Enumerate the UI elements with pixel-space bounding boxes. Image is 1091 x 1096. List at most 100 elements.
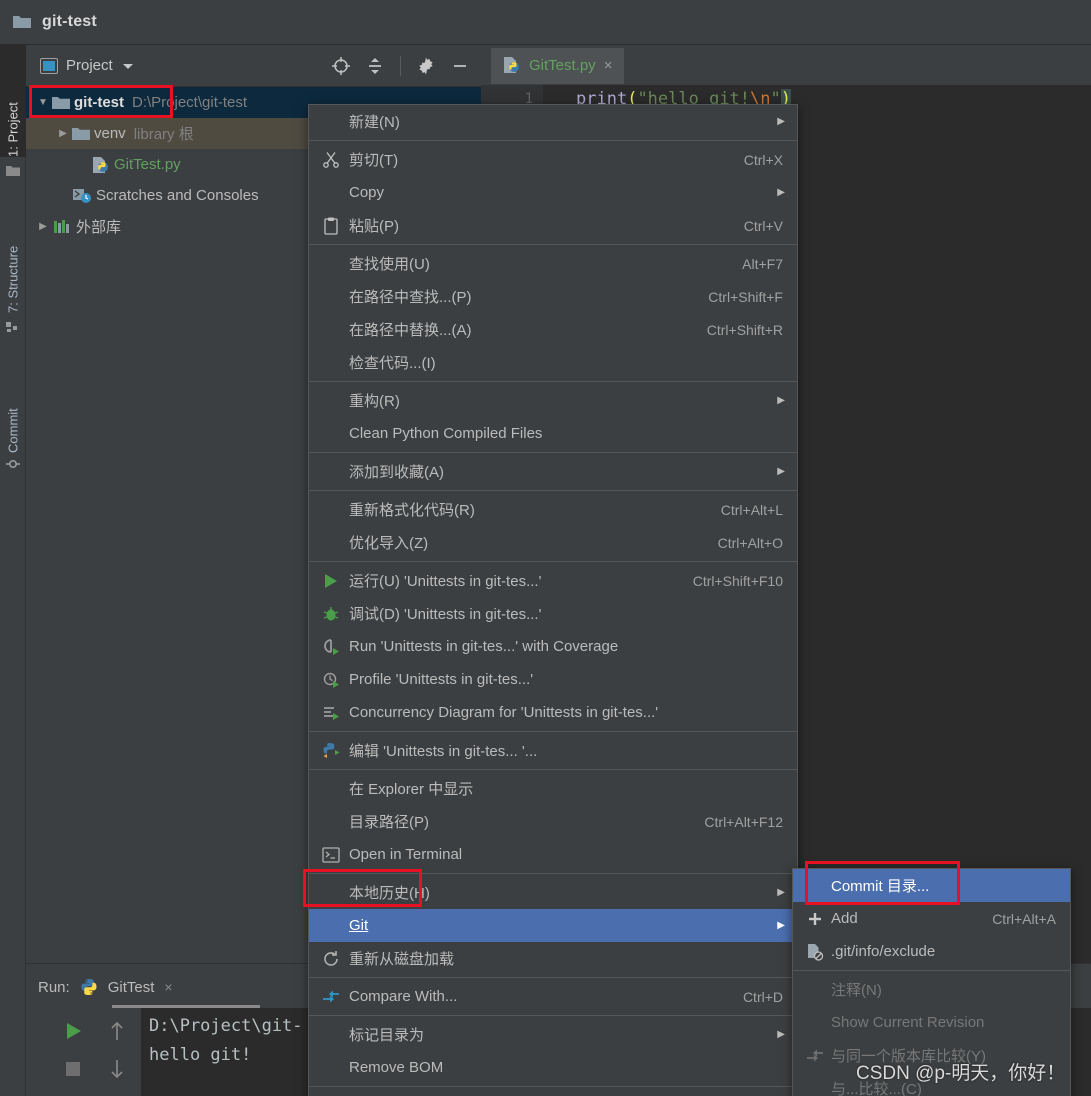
menu-item-open-in-terminal[interactable]: Open in Terminal (309, 838, 797, 871)
folder-icon (72, 127, 90, 141)
up-arrow-icon[interactable] (104, 1018, 130, 1044)
menu-item-compare-with[interactable]: Compare With... Ctrl+D (309, 980, 797, 1013)
menu-item-replace-in-path[interactable]: 在路径中替换...(A) Ctrl+Shift+R (309, 313, 797, 346)
submenu-separator (793, 970, 1070, 971)
menu-item-run-with-coverage[interactable]: Run 'Unittests in git-tes...' with Cover… (309, 630, 797, 663)
menu-item-edit-configuration[interactable]: 编辑 'Unittests in git-tes... '... (309, 734, 797, 767)
menu-item-label: 调试(D) 'Unittests in git-tes...' (349, 606, 542, 623)
menu-separator (309, 140, 797, 141)
file-exclude-icon (805, 942, 825, 962)
chevron-down-icon[interactable]: ▼ (34, 97, 52, 108)
submenu-item-label: Add (831, 910, 858, 927)
menu-item-reformat-code[interactable]: 重新格式化代码(R) Ctrl+Alt+L (309, 493, 797, 526)
menu-separator (309, 561, 797, 562)
menu-item-profile-unittests[interactable]: Profile 'Unittests in git-tes...' (309, 663, 797, 696)
tree-detail-git-test: D:\Project\git-test (132, 94, 248, 111)
menu-item-refactor[interactable]: 重构(R) ▶ (309, 384, 797, 417)
submenu-item-label: .git/info/exclude (831, 943, 936, 960)
sidebar-tab-project[interactable]: 1: Project (0, 45, 26, 157)
menu-item-concurrency-diagram[interactable]: Concurrency Diagram for 'Unittests in gi… (309, 696, 797, 729)
menu-item-label: 粘贴(P) (349, 218, 399, 235)
submenu-item-label: Commit 目录... (831, 878, 930, 895)
menu-item-label: 在 Explorer 中显示 (349, 781, 474, 798)
python-file-icon (503, 57, 521, 73)
menu-item-label: Copy (349, 184, 385, 201)
commit-icon (6, 457, 20, 471)
down-arrow-icon[interactable] (104, 1056, 130, 1082)
submenu-item-add[interactable]: Add Ctrl+Alt+A (793, 902, 1070, 935)
sidebar-tab-structure[interactable]: 7: Structure (0, 195, 26, 313)
menu-item-label: Open in Terminal (349, 846, 463, 863)
menu-item-new[interactable]: 新建(N) ▶ (309, 105, 797, 138)
menu-item-add-to-favorites[interactable]: 添加到收藏(A) ▶ (309, 455, 797, 488)
menu-item-shortcut: Ctrl+D (742, 988, 783, 1005)
run-gutter (26, 1010, 141, 1096)
menu-item-find-in-path[interactable]: 在路径中查找...(P) Ctrl+Shift+F (309, 280, 797, 313)
menu-item-label: Profile 'Unittests in git-tes...' (349, 671, 534, 688)
menu-item-paste[interactable]: 粘贴(P) Ctrl+V (309, 209, 797, 242)
menu-item-cut[interactable]: 剪切(T) Ctrl+X (309, 143, 797, 176)
menu-item-mark-directory-as[interactable]: 标记目录为 ▶ (309, 1018, 797, 1051)
menu-item-git[interactable]: Git ▶ (309, 909, 797, 942)
external-libraries-icon (52, 219, 72, 235)
settings-gear-icon[interactable] (413, 53, 439, 79)
submenu-item-git-info-exclude[interactable]: .git/info/exclude (793, 935, 1070, 968)
project-view-label: Project (66, 57, 113, 74)
collapse-all-icon[interactable] (362, 53, 388, 79)
scissors-icon (321, 150, 341, 170)
locate-icon[interactable] (328, 53, 354, 79)
submenu-item-commit-directory[interactable]: Commit 目录... (793, 869, 1070, 902)
menu-item-label: 运行(U) 'Unittests in git-tes...' (349, 573, 542, 590)
menu-item-label: 优化导入(Z) (349, 535, 429, 552)
menu-item-shortcut: Ctrl+Shift+F (708, 288, 783, 305)
run-label: Run: (38, 978, 70, 996)
submenu-item-shortcut: Ctrl+Alt+A (992, 910, 1056, 927)
watermark-text: CSDN @p-明天，你好！ (856, 1063, 1066, 1084)
chevron-down-icon[interactable] (121, 61, 135, 71)
menu-item-copy[interactable]: Copy ▶ (309, 176, 797, 209)
chevron-right-icon[interactable]: ▶ (54, 128, 72, 139)
menu-separator (309, 977, 797, 978)
profile-icon (321, 670, 341, 690)
menu-item-local-history[interactable]: 本地历史(H) ▶ (309, 876, 797, 909)
menu-item-show-in-explorer[interactable]: 在 Explorer 中显示 (309, 772, 797, 805)
sidebar-tab-commit[interactable]: Commit (0, 363, 26, 453)
python-icon (80, 978, 98, 996)
menu-separator (309, 381, 797, 382)
menu-item-label: 目录路径(P) (349, 814, 429, 831)
menu-item-remove-bom[interactable]: Remove BOM (309, 1051, 797, 1084)
menu-item-clean-python-compiled-files[interactable]: Clean Python Compiled Files (309, 417, 797, 450)
left-tool-strip: 1: Project 7: Structure Commit (0, 45, 26, 1096)
plus-icon (805, 909, 825, 929)
menu-item-diagrams[interactable]: Diagrams ▶ (309, 1089, 797, 1096)
sidebar-tab-project-label: 1: Project (5, 102, 21, 157)
menu-item-label: 查找使用(U) (349, 256, 430, 273)
menu-item-shortcut: Ctrl+Alt+L (720, 501, 783, 518)
chevron-right-icon[interactable]: ▶ (34, 221, 52, 232)
menu-item-optimize-imports[interactable]: 优化导入(Z) Ctrl+Alt+O (309, 526, 797, 559)
stop-square-icon[interactable] (60, 1056, 86, 1082)
menu-separator (309, 731, 797, 732)
menu-item-inspect-code[interactable]: 检查代码...(I) (309, 346, 797, 379)
close-icon[interactable]: × (604, 57, 613, 74)
project-view-icon (40, 57, 58, 74)
tree-label-venv: venv (94, 125, 126, 142)
menu-item-label: 添加到收藏(A) (349, 464, 444, 481)
context-menu: 新建(N) ▶ 剪切(T) Ctrl+X Copy ▶ 粘贴(P) Ctrl+V… (308, 104, 798, 1096)
menu-item-run-unittests[interactable]: 运行(U) 'Unittests in git-tes...' Ctrl+Shi… (309, 564, 797, 597)
menu-item-directory-path[interactable]: 目录路径(P) Ctrl+Alt+F12 (309, 805, 797, 838)
editor-tab-gittest-py[interactable]: GitTest.py × (491, 48, 625, 84)
menu-item-shortcut: Ctrl+Shift+R (706, 321, 783, 338)
menu-item-label: 重新从磁盘加载 (349, 951, 455, 968)
folder-icon (12, 14, 32, 30)
rerun-green-triangle-icon[interactable] (60, 1018, 86, 1044)
close-icon[interactable]: × (164, 979, 172, 995)
sidebar-tab-commit-label: Commit (5, 408, 21, 453)
folder-icon (6, 165, 20, 179)
menu-item-debug-unittests[interactable]: 调试(D) 'Unittests in git-tes...' (309, 597, 797, 630)
menu-item-shortcut: Ctrl+Shift+F10 (692, 572, 783, 589)
menu-item-find-usages[interactable]: 查找使用(U) Alt+F7 (309, 247, 797, 280)
menu-item-reload-from-disk[interactable]: 重新从磁盘加载 (309, 942, 797, 975)
run-tab-label: GitTest (107, 978, 155, 996)
hide-minimize-icon[interactable] (447, 53, 473, 79)
